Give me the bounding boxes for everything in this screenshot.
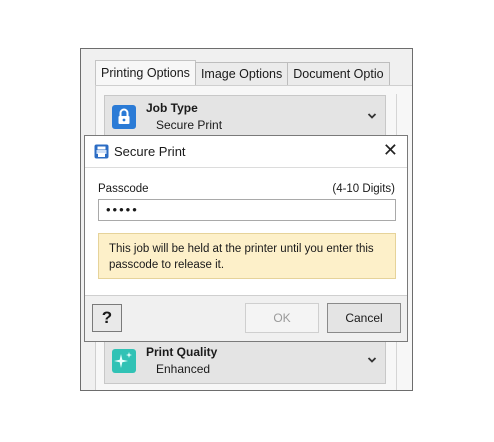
close-icon[interactable]: ✕ [383, 140, 398, 161]
dialog-body: Passcode (4-10 Digits) ••••• This job wi… [85, 167, 407, 296]
job-type-value: Secure Print [156, 118, 223, 132]
dialog-footer: ? OK Cancel [85, 296, 407, 341]
sparkle-icon [112, 349, 136, 373]
cancel-button[interactable]: Cancel [327, 303, 401, 333]
passcode-input[interactable]: ••••• [98, 199, 396, 221]
tab-image-options[interactable]: Image Options [194, 62, 289, 85]
dialog-titlebar: Secure Print ✕ [85, 136, 407, 167]
print-quality-value: Enhanced [156, 362, 211, 376]
printer-icon [94, 144, 109, 159]
dialog-title: Secure Print [114, 144, 186, 159]
job-type-label: Job Type [146, 101, 198, 115]
ok-button[interactable]: OK [245, 303, 319, 333]
lock-icon [112, 105, 136, 129]
help-button[interactable]: ? [92, 304, 122, 332]
passcode-label: Passcode [98, 183, 149, 195]
print-quality-dropdown[interactable]: Print Quality Enhanced [104, 339, 386, 384]
tab-printing-options[interactable]: Printing Options [95, 60, 196, 85]
chevron-down-icon [367, 109, 377, 123]
secure-print-dialog: Secure Print ✕ Passcode (4-10 Digits) ••… [84, 135, 408, 342]
passcode-hint: (4-10 Digits) [332, 183, 395, 195]
chevron-down-icon [367, 353, 377, 367]
job-type-dropdown[interactable]: Job Type Secure Print [104, 95, 386, 140]
info-note: This job will be held at the printer unt… [98, 233, 396, 279]
print-quality-label: Print Quality [146, 345, 218, 359]
tab-bar: Printing Options Image Options Document … [95, 60, 390, 86]
tab-document-options[interactable]: Document Optio [287, 62, 390, 85]
